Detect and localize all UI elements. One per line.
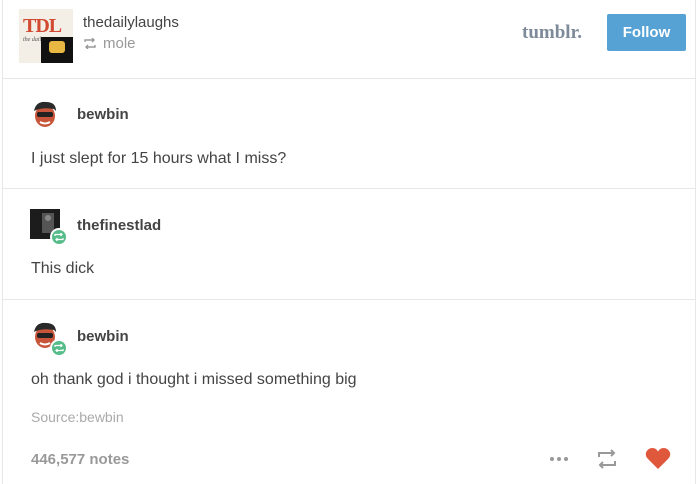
post-username[interactable]: thefinestlad [77,217,161,234]
mole-avatar [41,37,73,63]
like-heart-icon[interactable] [645,447,671,470]
follow-button[interactable]: Follow [607,14,686,51]
post-header: TDL the daily thedailylaughs mole tumblr… [3,0,695,79]
more-icon[interactable] [549,456,569,462]
reblog-badge [50,339,68,357]
post-username[interactable]: bewbin [77,328,129,345]
tumblr-post-card: TDL the daily thedailylaughs mole tumblr… [2,0,696,484]
tumblr-logo[interactable]: tumblr. [522,22,582,44]
reblogged-from: mole [83,35,136,52]
divider [3,299,695,300]
avatar[interactable] [30,99,60,129]
reblog-badge-icon [54,233,64,241]
logo-text: TDL [23,15,62,37]
source-link[interactable]: Source:bewbin [31,409,124,425]
notes-count[interactable]: 446,577 notes [31,451,129,468]
reblog-icon[interactable] [595,448,619,469]
post-text: I just slept for 15 hours what I miss? [31,150,287,167]
post-text: oh thank god i thought i missed somethin… [31,371,357,388]
blog-name[interactable]: thedailylaughs [83,14,179,31]
post-text: This dick [31,260,95,277]
reblogged-from-name[interactable]: mole [103,35,136,52]
post-actions [549,447,671,470]
divider [3,188,695,189]
reblog-small-icon [84,38,96,49]
post-username[interactable]: bewbin [77,106,129,123]
blog-avatar[interactable]: TDL the daily [19,9,73,63]
reblog-badge-icon [54,344,64,352]
reblog-badge [50,228,68,246]
